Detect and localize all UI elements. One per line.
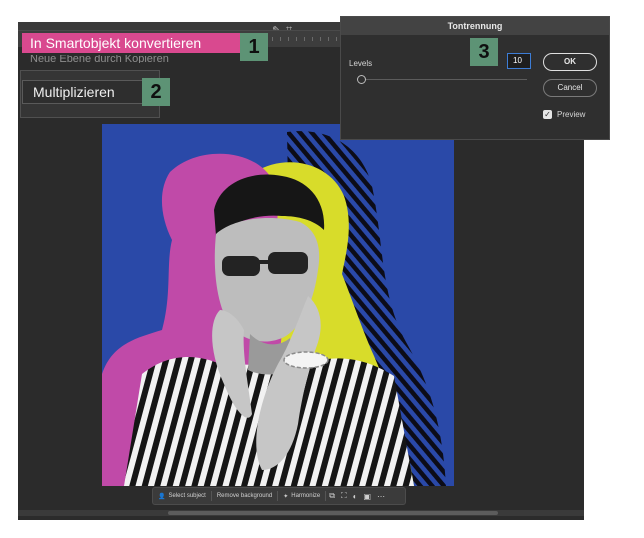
harmonize-button[interactable]: ✦ Harmonize (278, 493, 325, 500)
portrait-artwork (102, 131, 446, 486)
ok-button[interactable]: OK (543, 53, 597, 71)
document-canvas[interactable] (102, 124, 454, 486)
preview-option[interactable]: ✓ Preview (543, 110, 585, 119)
posterize-dialog: Tontrennung Levels 10 OK Cancel ✓ Previe… (340, 16, 610, 140)
remove-background-button[interactable]: Remove background (212, 493, 277, 499)
menu-item-next-partial[interactable]: Neue Ebene durch Kopieren (22, 55, 240, 63)
person-icon: 👤 (158, 493, 166, 500)
contextual-taskbar: 👤 Select subject Remove background ✦ Har… (152, 487, 406, 505)
adjustment-icon[interactable]: ◐ (350, 492, 361, 501)
horizontal-scrollbar[interactable] (18, 510, 584, 516)
cancel-button[interactable]: Cancel (543, 79, 597, 97)
sunglasses-bridge (258, 260, 270, 264)
step-badge-1: 1 (240, 33, 268, 61)
bead-bracelet (283, 351, 329, 369)
levels-input[interactable]: 10 (507, 53, 531, 69)
blend-mode-multiply[interactable]: Multiplizieren (22, 80, 144, 104)
select-subject-button[interactable]: 👤 Select subject (153, 493, 211, 500)
step-badge-3: 3 (470, 38, 498, 66)
harmonize-label: Harmonize (291, 493, 321, 499)
generate-image-icon[interactable]: ⧉ (326, 491, 338, 501)
levels-slider-track[interactable] (357, 79, 527, 80)
levels-label: Levels (349, 59, 373, 68)
sunglasses-left (222, 256, 260, 276)
select-subject-label: Select subject (168, 493, 206, 499)
preview-checkbox[interactable]: ✓ (543, 110, 552, 119)
more-options-icon[interactable]: ⋯ (374, 492, 388, 501)
remove-background-label: Remove background (216, 493, 273, 499)
mask-icon[interactable]: ▣ (360, 492, 374, 501)
harmonize-icon: ✦ (283, 493, 289, 500)
preview-label: Preview (557, 110, 586, 119)
menu-item-convert-smart-object[interactable]: In Smartobjekt konvertieren (22, 33, 240, 53)
crop-icon[interactable]: ⛶ (338, 491, 350, 501)
scrollbar-thumb[interactable] (168, 511, 498, 515)
levels-slider-thumb[interactable] (357, 75, 366, 84)
step-badge-2: 2 (142, 78, 170, 106)
sunglasses-right (268, 252, 308, 274)
dialog-title: Tontrennung (341, 17, 609, 35)
